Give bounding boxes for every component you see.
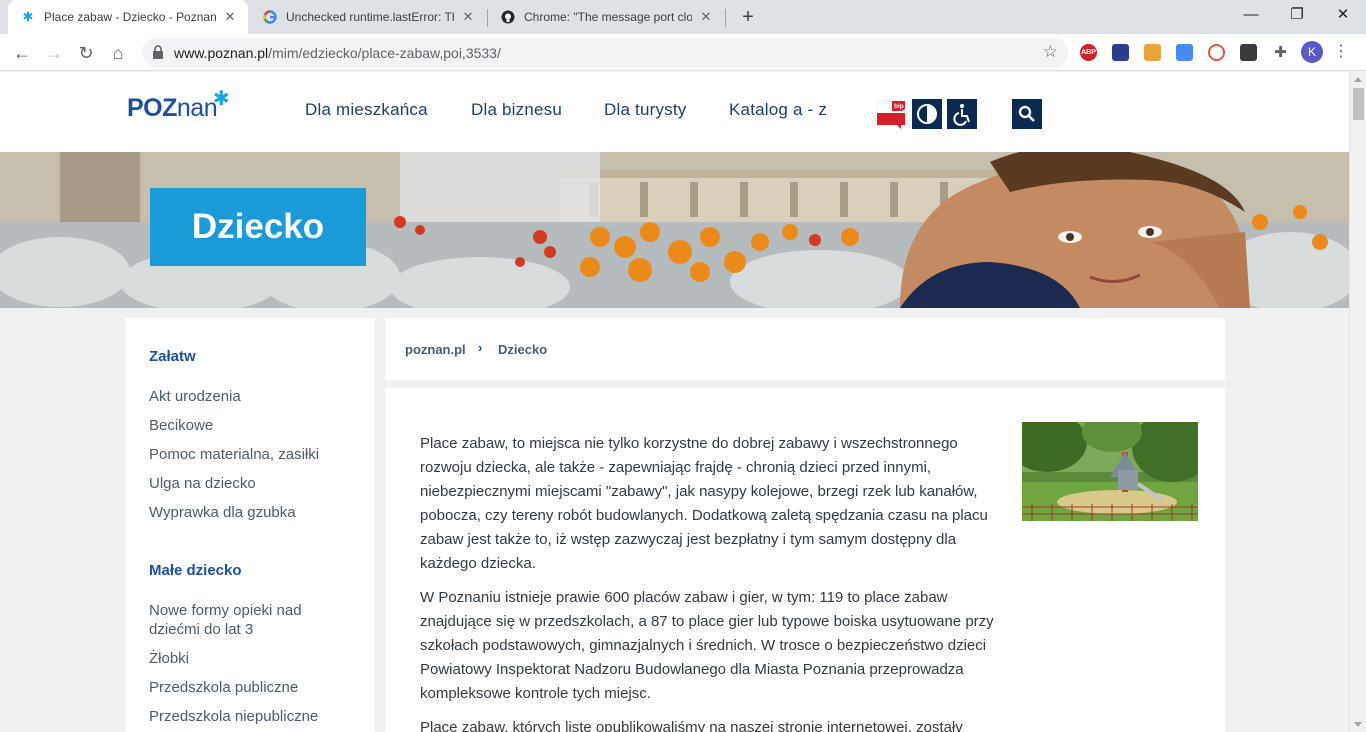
bookmark-star-icon[interactable]: ☆ xyxy=(1043,42,1058,62)
github-icon xyxy=(500,9,516,25)
forward-button[interactable]: → xyxy=(40,39,68,67)
contrast-toggle-button[interactable] xyxy=(912,99,942,129)
article-paragraph: W Poznaniu istnieje prawie 600 placów za… xyxy=(420,589,994,702)
wheelchair-icon xyxy=(953,104,970,126)
menu-kebab-icon[interactable]: ⋮ xyxy=(1333,42,1349,62)
selenium-extension-icon[interactable] xyxy=(1240,44,1257,61)
chevron-right-icon: › xyxy=(478,340,483,355)
poznan-star-icon: ✱ xyxy=(22,9,34,24)
reload-button[interactable]: ↻ xyxy=(72,39,100,67)
bip-label: bip xyxy=(894,103,904,110)
puzzle-extensions-icon[interactable]: ✚ xyxy=(1272,44,1289,61)
hero-banner: Dziecko xyxy=(0,152,1349,308)
new-tab-button[interactable]: + xyxy=(736,5,760,29)
url-host: www.poznan.pl xyxy=(174,45,269,61)
translate-icon[interactable] xyxy=(1176,44,1193,61)
sidebar-item-ulga-na-dziecko[interactable]: Ulga na dziecko xyxy=(149,474,349,493)
google-icon xyxy=(262,9,278,25)
search-button[interactable] xyxy=(1012,99,1042,129)
tab-strip: ✱ Place zabaw - Dziecko - Poznan.p ✕ Unc… xyxy=(0,0,1366,34)
logo-star-icon: ✱ xyxy=(212,88,230,110)
lock-icon xyxy=(153,45,163,59)
tab-chrome-message-port[interactable]: Chrome: "The message port close ✕ xyxy=(488,0,724,34)
article-content: Place zabaw, to miejsca nie tylko korzys… xyxy=(385,388,1225,732)
extension-icon[interactable] xyxy=(1112,44,1129,61)
close-tab-icon[interactable]: ✕ xyxy=(222,9,238,25)
nav-katalog-a-z[interactable]: Katalog a - z xyxy=(729,100,827,120)
logo-text-lower: nan xyxy=(176,94,218,122)
nav-dla-turysty[interactable]: Dla turysty xyxy=(604,100,687,120)
playground-image xyxy=(1022,422,1198,521)
banner-title: Dziecko xyxy=(150,188,366,266)
mail-extension-icon[interactable] xyxy=(1144,44,1161,61)
nav-dla-mieszkanca[interactable]: Dla mieszkańca xyxy=(305,100,428,120)
scrollbar-thumb[interactable] xyxy=(1353,88,1364,120)
breadcrumb: poznan.pl › Dziecko xyxy=(385,318,1225,380)
browser-toolbar: ← → ↻ ⌂ www.poznan.pl/mim/edziecko/place… xyxy=(0,34,1366,71)
article-paragraph: Place zabaw, których listę opublikowaliś… xyxy=(420,719,963,732)
close-tab-icon[interactable]: ✕ xyxy=(460,9,476,25)
close-window-button[interactable]: ✕ xyxy=(1320,0,1366,30)
vertical-scrollbar[interactable] xyxy=(1349,72,1366,732)
close-tab-icon[interactable]: ✕ xyxy=(698,9,714,25)
url-path: /mim/edziecko/place-zabaw,poi,3533/ xyxy=(268,45,501,61)
playground-photo xyxy=(1022,422,1198,521)
tab-title: Place zabaw - Dziecko - Poznan.p xyxy=(44,10,216,24)
shield-extension-icon[interactable] xyxy=(1208,44,1225,61)
scroll-up-arrow-icon[interactable] xyxy=(1354,77,1362,82)
adblock-plus-icon[interactable]: ABP xyxy=(1080,44,1097,61)
sidebar-item-becikowe[interactable]: Becikowe xyxy=(149,416,349,435)
sidebar-item-przedszkola-niepubliczne[interactable]: Przedszkola niepubliczne xyxy=(149,707,349,726)
tab-title: Unchecked runtime.lastError: The xyxy=(286,10,454,24)
minimize-button[interactable]: — xyxy=(1228,0,1274,30)
contrast-icon xyxy=(917,104,937,124)
article-paragraph: Place zabaw, to miejsca nie tylko korzys… xyxy=(420,435,988,572)
sidebar-item-zlobki[interactable]: Żłobki xyxy=(149,649,349,668)
accessibility-button[interactable] xyxy=(947,99,977,129)
bip-button[interactable]: bip xyxy=(876,99,907,129)
nav-dla-biznesu[interactable]: Dla biznesu xyxy=(471,100,562,120)
sidebar-item-przedszkola-publiczne[interactable]: Przedszkola publiczne xyxy=(149,678,349,697)
page-viewport: POZnan ✱ Dla mieszkańca Dla biznesu Dla … xyxy=(0,72,1349,732)
sidebar-heading-zalatw: Załatw xyxy=(149,348,196,365)
search-icon xyxy=(1018,105,1035,122)
sidebar-item-nowe-formy-opieki[interactable]: Nowe formy opieki nad dziećmi do lat 3 xyxy=(149,601,339,639)
restore-button[interactable]: ❐ xyxy=(1274,0,1320,30)
sidebar-item-wyprawka[interactable]: Wyprawka dla gzubka xyxy=(149,503,349,522)
sidebar-item-akt-urodzenia[interactable]: Akt urodzenia xyxy=(149,387,349,406)
profile-avatar[interactable]: K xyxy=(1301,41,1323,63)
breadcrumb-home-link[interactable]: poznan.pl xyxy=(405,342,466,357)
breadcrumb-current: Dziecko xyxy=(498,342,548,357)
scroll-down-arrow-icon[interactable] xyxy=(1354,722,1362,727)
site-header: POZnan ✱ Dla mieszkańca Dla biznesu Dla … xyxy=(0,72,1349,152)
sidebar-heading-male-dziecko: Małe dziecko xyxy=(149,562,242,579)
address-bar[interactable]: www.poznan.pl/mim/edziecko/place-zabaw,p… xyxy=(142,38,1068,67)
sidebar: Załatw Akt urodzenia Becikowe Pomoc mate… xyxy=(125,318,375,732)
back-button[interactable]: ← xyxy=(8,39,36,67)
tab-unchecked-runtime[interactable]: Unchecked runtime.lastError: The ✕ xyxy=(250,0,486,34)
bip-flag-icon: bip xyxy=(876,100,906,129)
logo-text-upper: POZ xyxy=(127,94,177,122)
home-button[interactable]: ⌂ xyxy=(104,39,132,67)
poznan-logo[interactable]: POZnan ✱ xyxy=(127,88,230,123)
tab-title: Chrome: "The message port close xyxy=(524,10,692,24)
tab-place-zabaw[interactable]: ✱ Place zabaw - Dziecko - Poznan.p ✕ xyxy=(8,0,248,34)
sidebar-item-pomoc-materialna[interactable]: Pomoc materialna, zasiłki xyxy=(149,445,349,464)
tab-separator xyxy=(725,9,726,27)
url-text: www.poznan.pl/mim/edziecko/place-zabaw,p… xyxy=(174,45,501,61)
